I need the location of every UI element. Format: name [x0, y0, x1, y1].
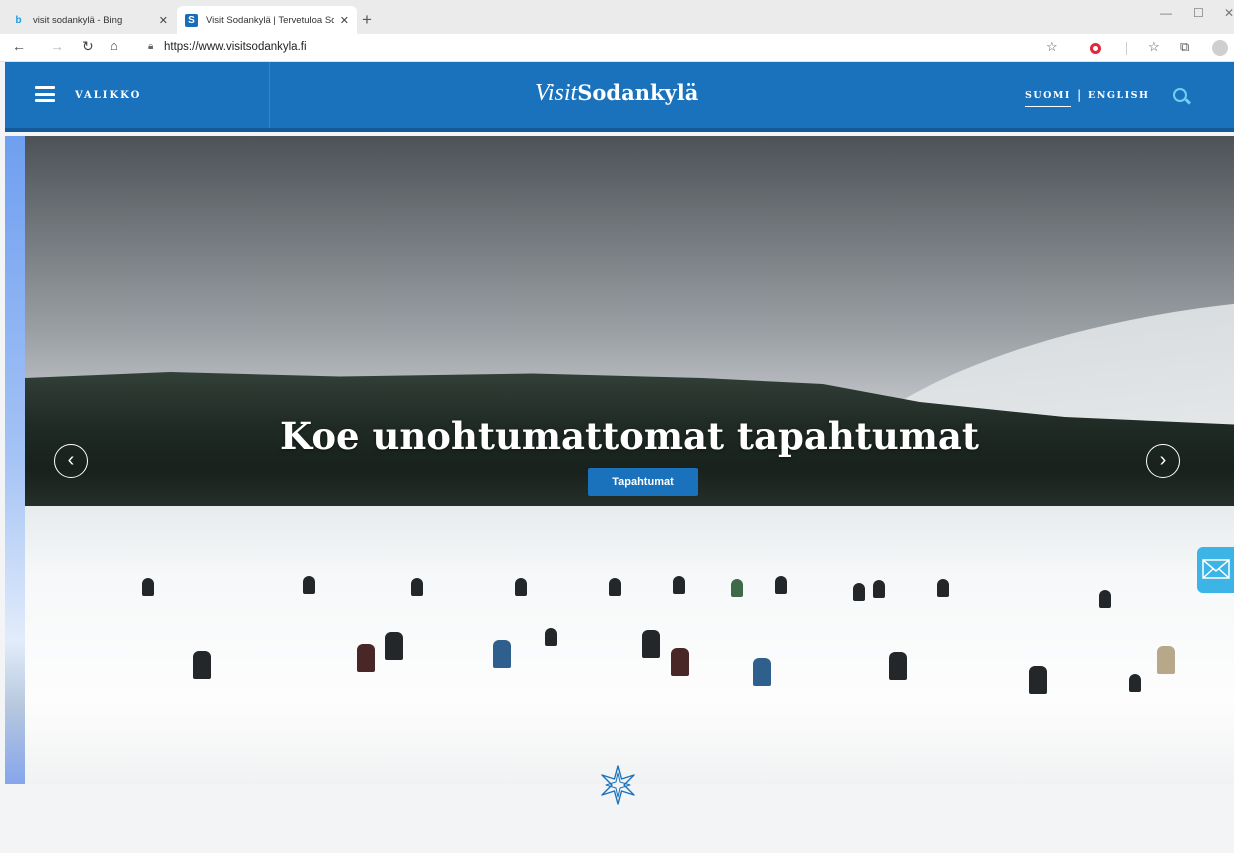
opera-extension-icon[interactable]: [1090, 43, 1101, 54]
home-icon[interactable]: ⌂: [110, 38, 118, 53]
site-header: VALIKKO VisitSodankylä SUOMI | ENGLISH: [5, 62, 1234, 132]
ice-fisher: [753, 658, 771, 686]
minimize-icon[interactable]: —: [1160, 6, 1172, 20]
ice-fisher: [1099, 590, 1111, 608]
ice-fisher: [303, 576, 315, 594]
hero-frozen-lake: [25, 506, 1234, 784]
compass-star-icon: [601, 765, 635, 805]
url-field[interactable]: https://www.visitsodankyla.fi: [164, 41, 307, 53]
side-image-strip: [5, 136, 25, 784]
logo-visit: Visit: [535, 80, 578, 106]
ice-fisher: [731, 579, 743, 597]
tab-title: visit sodankylä - Bing: [33, 14, 123, 26]
ice-fisher: [515, 578, 527, 596]
browser-tab-bing[interactable]: b visit sodankylä - Bing ✕: [4, 6, 176, 34]
close-window-icon[interactable]: ✕: [1224, 6, 1234, 20]
lock-icon: 🔒︎: [148, 41, 154, 52]
close-tab-icon[interactable]: ✕: [340, 14, 349, 27]
ice-fisher: [142, 578, 154, 596]
favorites-icon[interactable]: ☆: [1148, 39, 1160, 55]
close-tab-icon[interactable]: ✕: [159, 14, 168, 27]
ice-fisher: [1157, 646, 1175, 674]
ice-fisher: [357, 644, 375, 672]
profile-avatar[interactable]: [1212, 40, 1228, 56]
s-icon: S: [185, 13, 198, 27]
language-separator: |: [1077, 88, 1083, 102]
ice-fisher: [411, 578, 423, 596]
ice-fisher: [193, 651, 211, 679]
ice-fisher: [609, 578, 621, 596]
browser-tab-visitsodankyla[interactable]: S Visit Sodankylä | Tervetuloa Soda ✕: [177, 6, 357, 34]
ice-fisher: [937, 579, 949, 597]
maximize-icon[interactable]: ☐: [1193, 6, 1204, 20]
ice-fisher: [889, 652, 907, 680]
ice-fisher: [1129, 674, 1141, 692]
bing-icon: b: [15, 14, 22, 26]
new-tab-icon[interactable]: +: [362, 10, 372, 30]
tab-title: Visit Sodankylä | Tervetuloa Soda: [206, 14, 334, 26]
site-logo[interactable]: VisitSodankylä: [535, 80, 698, 107]
browser-tab-bar: b visit sodankylä - Bing ✕ S Visit Sodan…: [0, 0, 1234, 34]
back-icon[interactable]: ←: [12, 38, 26, 54]
toolbar-divider: [1126, 42, 1127, 55]
ice-fisher: [1029, 666, 1047, 694]
hero-title: Koe unohtumattomat tapahtumat: [280, 414, 979, 458]
favorite-star-icon[interactable]: ☆: [1046, 39, 1058, 55]
menu-toggle[interactable]: VALIKKO: [5, 62, 270, 128]
ice-fisher: [385, 632, 403, 660]
logo-sodankyla: Sodankylä: [577, 80, 699, 105]
ice-fisher: [673, 576, 685, 594]
ice-fisher: [853, 583, 865, 601]
browser-address-bar: ← → ↻ ⌂ 🔒︎ https://www.visitsodankyla.fi…: [0, 34, 1234, 62]
ice-fisher: [775, 576, 787, 594]
forward-icon[interactable]: →: [50, 38, 64, 54]
ice-fisher: [873, 580, 885, 598]
ice-fisher: [493, 640, 511, 668]
slider-next-icon[interactable]: ›: [1146, 444, 1180, 478]
hamburger-icon: [35, 86, 55, 102]
search-icon[interactable]: [1173, 88, 1187, 102]
menu-label: VALIKKO: [75, 90, 142, 101]
language-finnish[interactable]: SUOMI: [1025, 90, 1071, 107]
ice-fisher: [642, 630, 660, 658]
events-button[interactable]: Tapahtumat: [588, 468, 698, 496]
language-english[interactable]: ENGLISH: [1088, 90, 1150, 101]
hero-slider: Koe unohtumattomat tapahtumat Tapahtumat…: [25, 136, 1234, 784]
refresh-icon[interactable]: ↻: [82, 38, 94, 55]
collections-icon[interactable]: ⧉: [1180, 39, 1189, 55]
slider-prev-icon[interactable]: ‹: [54, 444, 88, 478]
envelope-icon: [1202, 559, 1230, 579]
ice-fisher: [671, 648, 689, 676]
contact-mail-button[interactable]: [1197, 547, 1234, 593]
ice-fisher: [545, 628, 557, 646]
